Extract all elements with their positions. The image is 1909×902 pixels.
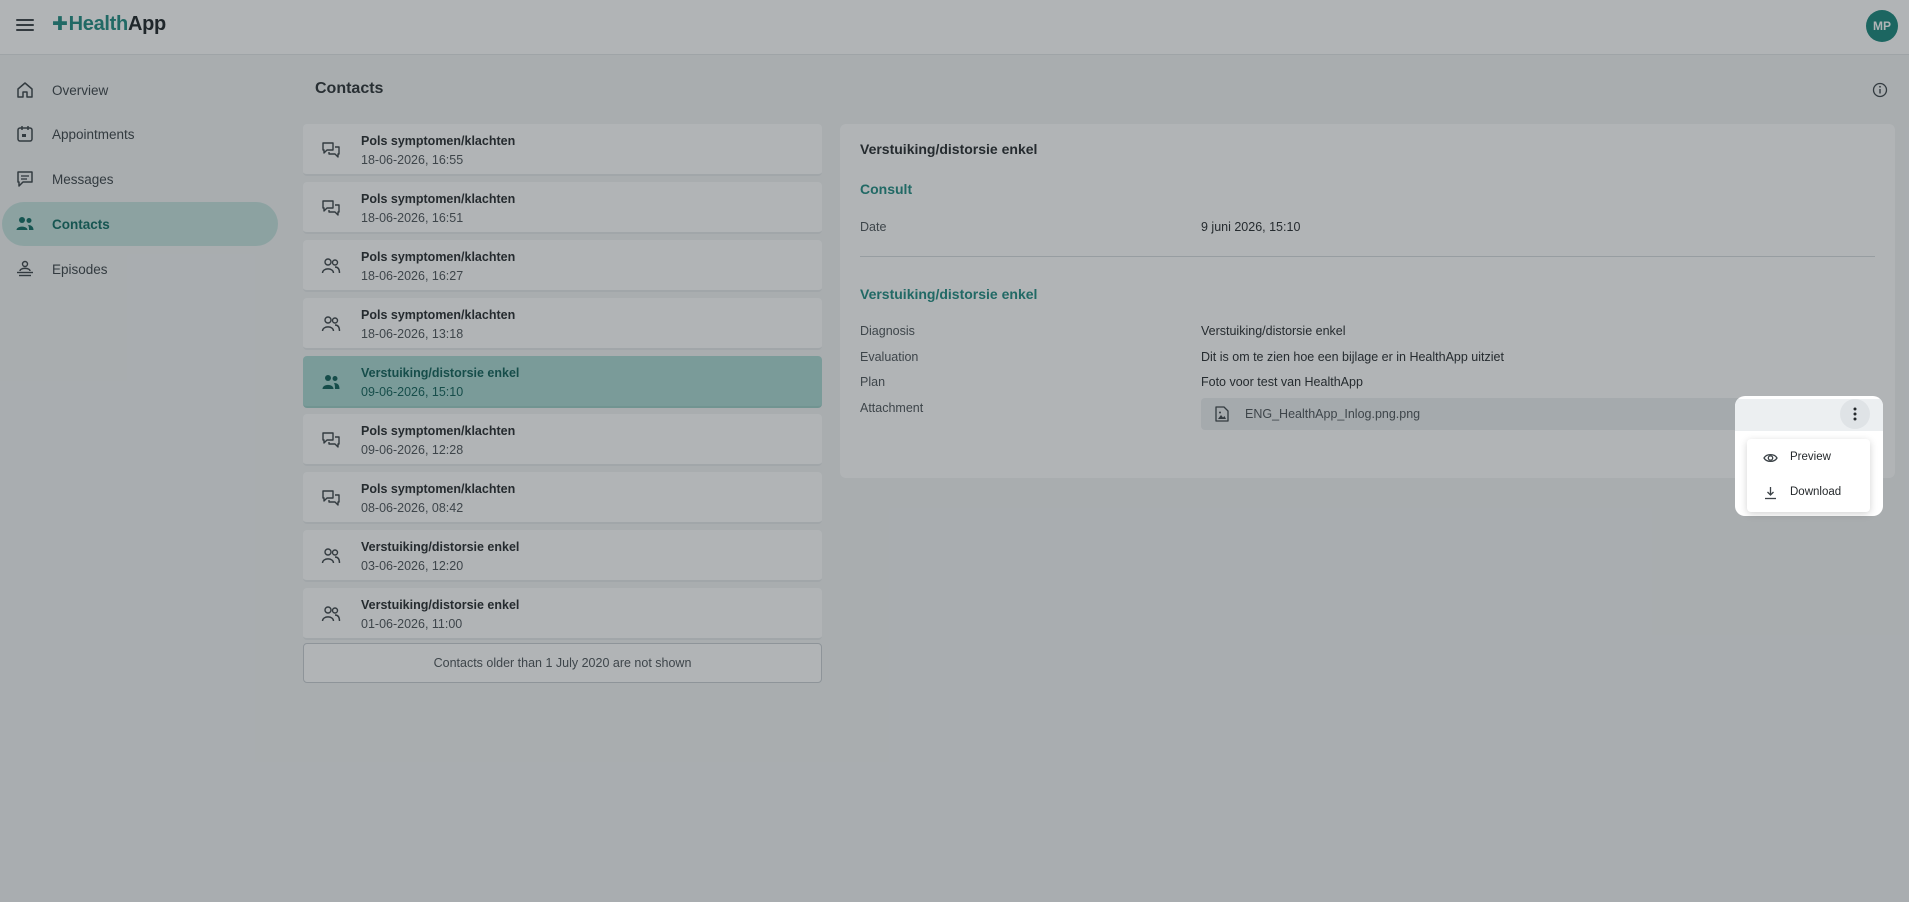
contact-title: Pols symptomen/klachten <box>361 424 516 438</box>
date-value: 9 juni 2026, 15:10 <box>1201 220 1301 234</box>
chat-icon <box>322 200 340 216</box>
people-icon <box>321 316 341 332</box>
contact-title: Verstuiking/distorsie enkel <box>361 540 520 554</box>
sidebar-item-label: Contacts <box>52 216 110 232</box>
contact-date: 09-06-2026, 12:28 <box>361 443 464 457</box>
sidebar-item-overview[interactable]: Overview <box>2 68 278 112</box>
contact-title: Pols symptomen/klachten <box>361 482 516 496</box>
people-icon <box>16 217 34 230</box>
older-contacts-note: Contacts older than 1 July 2020 are not … <box>303 643 822 683</box>
attachment-filename: ENG_HealthApp_Inlog.png.png <box>1245 407 1421 421</box>
sidebar-item-label: Overview <box>52 82 109 98</box>
logo-cross-icon: ✚ <box>52 14 68 35</box>
download-icon <box>1765 487 1776 500</box>
contact-date: 18-06-2026, 16:51 <box>361 211 464 225</box>
home-icon <box>17 82 33 98</box>
contact-date: 18-06-2026, 16:27 <box>361 269 464 283</box>
people-icon <box>321 606 341 622</box>
contact-date: 18-06-2026, 13:18 <box>361 327 464 341</box>
sidebar-item-episodes[interactable]: Episodes <box>2 247 278 291</box>
eye-icon <box>1763 453 1778 463</box>
diagnosis-value: Verstuiking/distorsie enkel <box>1201 324 1346 338</box>
plan-value: Foto voor test van HealthApp <box>1201 375 1363 389</box>
contact-list-item[interactable]: Pols symptomen/klachten 18-06-2026, 16:27 <box>303 240 822 292</box>
app-logo[interactable]: ✚HealthApp <box>52 13 166 36</box>
contact-list-item[interactable]: Verstuiking/distorsie enkel 09-06-2026, 1… <box>303 356 822 408</box>
contact-title: Pols symptomen/klachten <box>361 134 516 148</box>
plan-label: Plan <box>860 375 886 389</box>
menu-item-download[interactable]: Download <box>1747 476 1870 510</box>
evaluation-value: Dit is om te zien hoe een bijlage er in … <box>1201 350 1504 364</box>
contact-list-item[interactable]: Pols symptomen/klachten 08-06-2026, 08:42 <box>303 472 822 524</box>
people-icon <box>322 375 340 389</box>
contact-title: Pols symptomen/klachten <box>361 250 516 264</box>
more-vertical-icon <box>1853 407 1857 421</box>
page-title: Contacts <box>315 80 384 97</box>
diagnosis-label: Diagnosis <box>860 324 915 338</box>
menu-item-preview[interactable]: Preview <box>1747 441 1870 475</box>
chat-icon <box>322 490 340 506</box>
detail-title: Verstuiking/distorsie enkel <box>860 141 1038 157</box>
menu-icon[interactable] <box>16 16 34 34</box>
attachment-dropdown-menu: Preview Download <box>1747 439 1870 512</box>
sidebar-item-contacts[interactable]: Contacts <box>2 202 278 246</box>
contact-title: Verstuiking/distorsie enkel <box>361 598 520 612</box>
contact-list-item[interactable]: Pols symptomen/klachten 18-06-2026, 16:51 <box>303 182 822 234</box>
divider <box>860 256 1875 257</box>
contact-list-item[interactable]: Verstuiking/distorsie enkel 01-06-2026, 1… <box>303 588 822 640</box>
contact-list-item[interactable]: Verstuiking/distorsie enkel 03-06-2026, 1… <box>303 530 822 582</box>
contact-list-item[interactable]: Pols symptomen/klachten 09-06-2026, 12:28 <box>303 414 822 466</box>
sidebar-item-appointments[interactable]: Appointments <box>2 112 278 156</box>
calendar-icon <box>17 126 33 142</box>
info-icon[interactable] <box>1872 82 1888 98</box>
person-stack-icon <box>17 260 33 277</box>
sidebar-item-label: Episodes <box>52 261 108 277</box>
contact-date: 09-06-2026, 15:10 <box>361 385 464 399</box>
contact-title: Pols symptomen/klachten <box>361 192 516 206</box>
people-icon <box>321 548 341 564</box>
sidebar-item-label: Messages <box>52 171 114 187</box>
sidebar-item-messages[interactable]: Messages <box>2 157 278 201</box>
contact-date: 18-06-2026, 16:55 <box>361 153 464 167</box>
avatar[interactable]: MP <box>1866 10 1898 42</box>
top-bar: ✚HealthApp MP <box>0 0 1909 55</box>
attachment-label: Attachment <box>860 401 924 415</box>
image-file-icon <box>1215 406 1229 422</box>
date-label: Date <box>860 220 887 234</box>
contact-title: Verstuiking/distorsie enkel <box>361 366 520 380</box>
contact-date: 01-06-2026, 11:00 <box>361 617 463 631</box>
contact-list-item[interactable]: Pols symptomen/klachten 18-06-2026, 13:18 <box>303 298 822 350</box>
message-icon <box>17 171 33 187</box>
menu-item-label: Preview <box>1790 451 1831 463</box>
attachment-options-button[interactable] <box>1840 399 1870 429</box>
sidebar-item-label: Appointments <box>52 126 135 142</box>
people-icon <box>321 258 341 274</box>
contact-title: Pols symptomen/klachten <box>361 308 516 322</box>
contact-list-item[interactable]: Pols symptomen/klachten 18-06-2026, 16:55 <box>303 124 822 176</box>
menu-item-label: Download <box>1790 486 1842 498</box>
episode-heading: Verstuiking/distorsie enkel <box>860 286 1038 302</box>
contact-date: 03-06-2026, 12:20 <box>361 559 464 573</box>
chat-icon <box>322 432 340 448</box>
consult-heading: Consult <box>860 181 913 197</box>
contact-date: 08-06-2026, 08:42 <box>361 501 464 515</box>
evaluation-label: Evaluation <box>860 350 919 364</box>
chat-icon <box>322 142 340 158</box>
